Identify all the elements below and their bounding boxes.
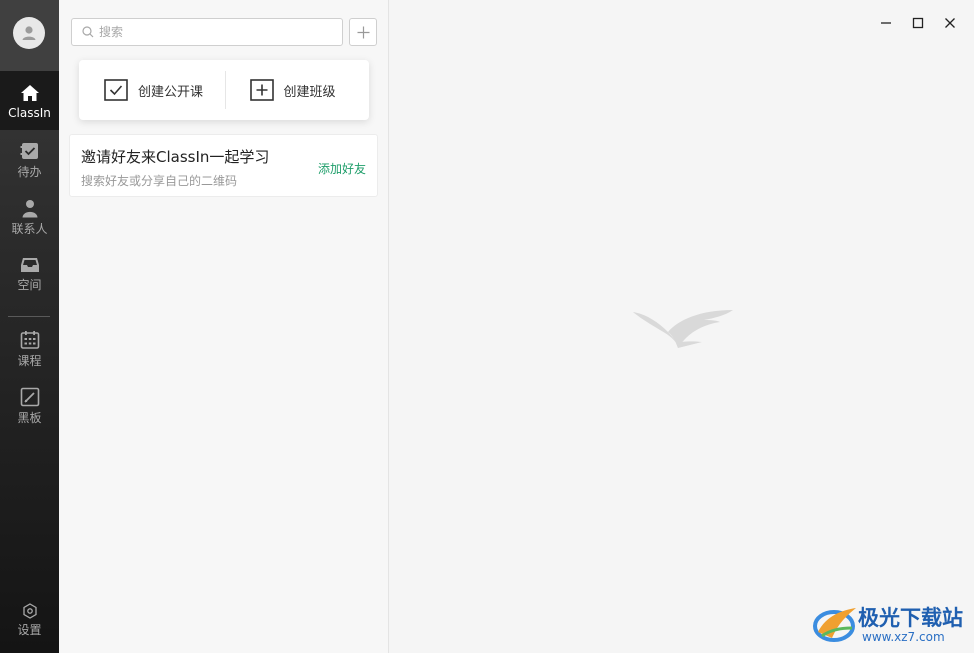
add-friend-link[interactable]: 添加好友	[318, 160, 366, 177]
maximize-button[interactable]	[907, 12, 929, 34]
sidebar-item-label: 黑板	[17, 411, 42, 425]
sidebar-item-label: ClassIn	[8, 106, 51, 120]
create-class-label: 创建班级	[283, 84, 336, 100]
search-box[interactable]	[71, 18, 343, 46]
blackboard-icon	[20, 387, 39, 407]
minimize-icon	[881, 22, 891, 24]
plus-box-icon	[249, 79, 274, 101]
sidebar-item-label: 设置	[17, 623, 42, 637]
sidebar-item-label: 课程	[17, 354, 42, 368]
left-nav-rail: ClassIn 待办 联系人 空间 课程 黑板 设置	[0, 0, 59, 653]
watermark-logo-icon	[813, 608, 856, 642]
close-button[interactable]	[939, 12, 961, 34]
sidebar-item-courses[interactable]: 课程	[0, 330, 59, 368]
avatar[interactable]	[13, 17, 45, 49]
invite-title: 邀请好友来ClassIn一起学习	[81, 148, 270, 166]
create-open-class-button[interactable]: 创建公开课	[79, 60, 225, 120]
sidebar-item-blackboard[interactable]: 黑板	[0, 387, 59, 425]
create-card: 创建公开课 创建班级	[79, 60, 369, 120]
create-class-button[interactable]: 创建班级	[226, 60, 370, 120]
minimize-button[interactable]	[875, 12, 897, 34]
home-icon	[20, 85, 39, 101]
checkbox-icon	[104, 79, 128, 101]
person-icon	[22, 200, 37, 218]
watermark-url: www.xz7.com	[862, 630, 945, 644]
user-icon	[22, 26, 36, 40]
search-input[interactable]	[99, 25, 329, 39]
sidebar-item-todo[interactable]: 待办	[0, 141, 59, 179]
settings-icon	[22, 603, 37, 619]
sidebar-item-contacts[interactable]: 联系人	[0, 199, 59, 236]
sidebar-item-label: 待办	[17, 165, 42, 179]
calendar-icon	[20, 331, 39, 349]
sidebar-item-label: 空间	[17, 278, 42, 292]
sidebar-item-classin[interactable]: ClassIn	[0, 71, 59, 130]
todo-icon	[20, 143, 38, 159]
close-icon	[945, 18, 955, 28]
plus-icon	[357, 26, 369, 38]
search-icon	[82, 26, 94, 38]
create-open-class-label: 创建公开课	[138, 84, 204, 100]
invite-card: 邀请好友来ClassIn一起学习 搜索好友或分享自己的二维码 添加好友	[69, 134, 378, 197]
conversation-panel: 创建公开课 创建班级 邀请好友来ClassIn一起学习 搜索好友或分享自己的二维…	[59, 0, 389, 653]
sidebar-item-space[interactable]: 空间	[0, 256, 59, 292]
watermark-brand: 极光下载站	[858, 606, 963, 630]
avatar-zone	[0, 0, 59, 71]
invite-subtitle: 搜索好友或分享自己的二维码	[81, 174, 238, 188]
maximize-icon	[912, 17, 924, 29]
rail-divider	[8, 316, 50, 317]
sidebar-item-label: 联系人	[11, 222, 48, 236]
classin-logo-icon	[632, 308, 734, 354]
sidebar-item-settings[interactable]: 设置	[0, 603, 59, 637]
watermark: 极光下载站 www.xz7.com	[812, 600, 970, 648]
inbox-icon	[20, 258, 39, 272]
add-button[interactable]	[349, 18, 377, 46]
